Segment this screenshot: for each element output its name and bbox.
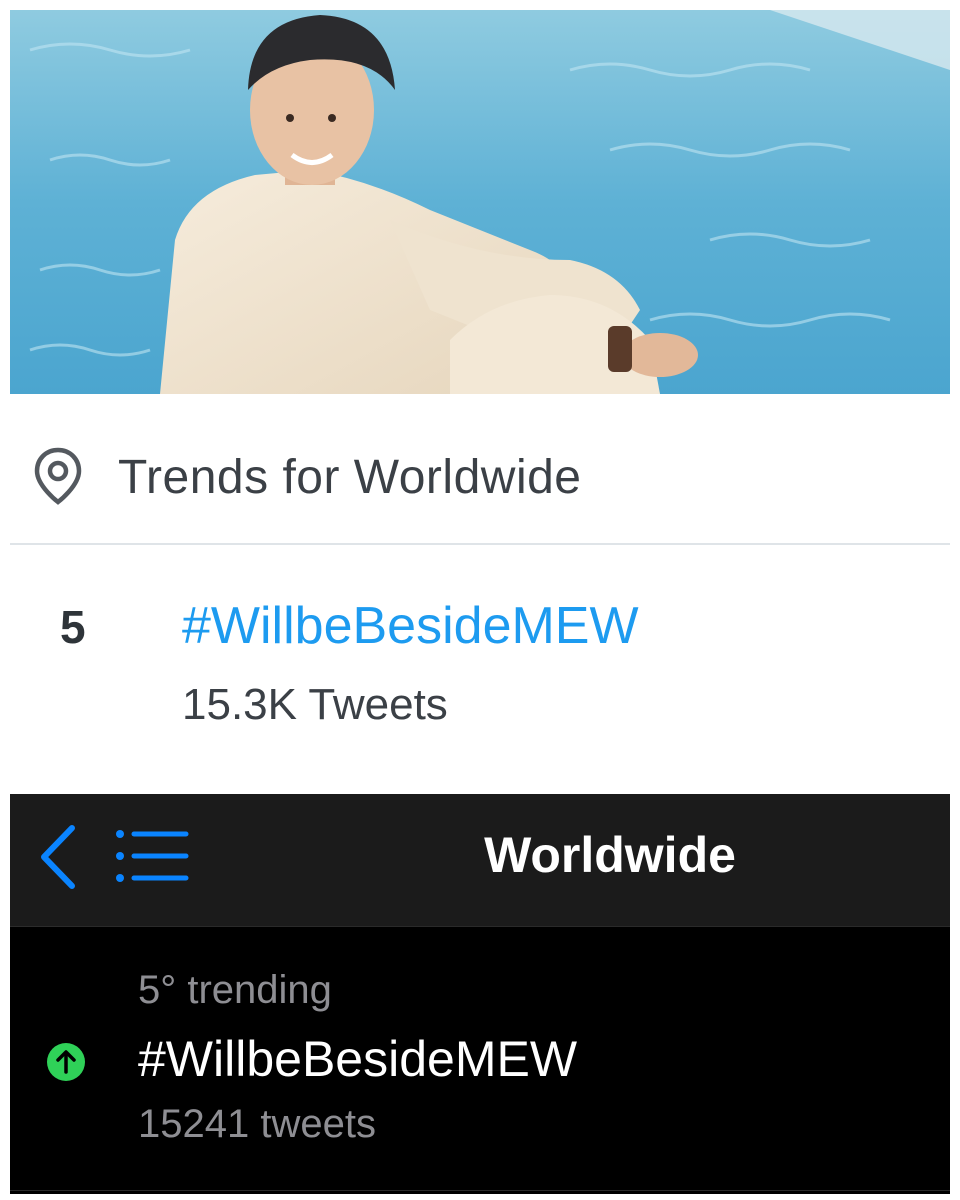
profile-photo	[10, 10, 950, 394]
trend-rank: 5	[60, 601, 86, 653]
trends-app-panel: Worldwide 5° trending #WillbeBesideMEW 1…	[10, 794, 950, 1194]
location-pin-icon	[34, 447, 82, 505]
trend-tweet-count: 15.3K Tweets	[182, 680, 448, 729]
nav-bar: Worldwide	[10, 794, 950, 927]
trend-hashtag[interactable]: #WillbeBesideMEW	[138, 1030, 577, 1088]
pool-photo-illustration	[10, 10, 950, 394]
trend-tweet-count-dark: 15241 tweets	[138, 1102, 376, 1146]
trends-title: Trends for Worldwide	[118, 451, 582, 504]
separator	[60, 926, 950, 927]
trend-item[interactable]: 5 #WillbeBesideMEW 15.3K Tweets	[10, 560, 950, 780]
arrow-up-icon	[47, 1043, 85, 1081]
trend-rank-label: 5° trending	[138, 968, 332, 1012]
nav-title: Worldwide	[484, 827, 736, 883]
divider	[10, 543, 950, 545]
trend-hashtag-link[interactable]: #WillbeBesideMEW	[182, 596, 639, 656]
separator-bottom	[10, 1190, 950, 1191]
trends-header: Trends for Worldwide	[10, 410, 950, 544]
